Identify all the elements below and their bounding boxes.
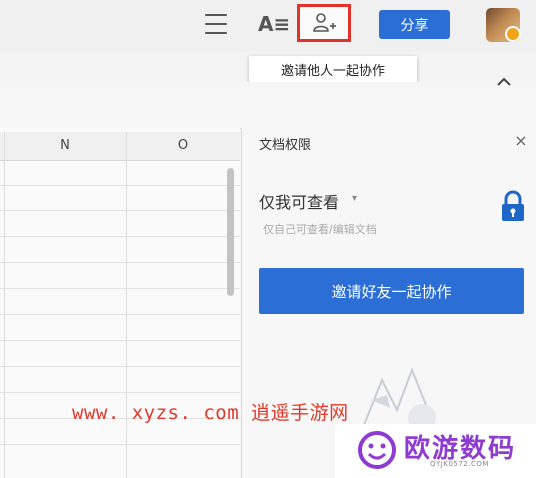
avatar-badge [505,26,521,42]
grid-line [0,366,240,367]
grid-line [0,314,240,315]
grid-line [0,236,240,237]
grid-line [0,262,240,263]
font-format-icon[interactable]: A≡ [258,12,290,38]
logo-subtext: QYJK0572.COM [430,460,489,468]
vertical-scrollbar[interactable] [227,168,234,296]
column-header-n[interactable]: N [4,132,126,160]
grid-line [4,132,5,478]
grid-line [0,340,240,341]
watermark-text: www. xyzs. com 逍遥手游网 [72,398,349,425]
invite-tooltip: 邀请他人一起协作 [249,56,417,82]
chevron-down-icon[interactable]: ▾ [352,193,357,204]
watermark-site-name: 逍遥手游网 [251,402,349,424]
chevron-up-icon[interactable] [494,72,514,92]
grid-line [126,132,127,478]
secondary-toolbar [0,82,536,129]
add-user-icon [313,13,336,32]
grid-line [0,288,240,289]
permission-level-dropdown[interactable]: 仅我可查看 [259,189,339,213]
grid-line [0,444,240,445]
menu-icon[interactable] [205,14,227,34]
invite-friends-button[interactable]: 邀请好友一起协作 [259,268,524,314]
lock-icon [500,190,526,222]
share-button[interactable]: 分享 [379,10,450,39]
logo-icon [357,430,397,470]
spreadsheet-grid[interactable] [0,128,240,478]
invite-collaborator-button[interactable] [297,4,351,42]
grid-line [0,185,240,186]
grid-line [0,210,240,211]
watermark-url: www. xyzs. com [72,402,240,424]
column-header-row: N O [0,132,240,161]
permission-description: 仅自己可查看/编辑文档 [263,223,377,236]
panel-title: 文档权限 [259,138,312,153]
close-icon[interactable]: × [512,132,530,150]
column-header-o[interactable]: O [126,132,240,160]
grid-line [0,392,240,393]
